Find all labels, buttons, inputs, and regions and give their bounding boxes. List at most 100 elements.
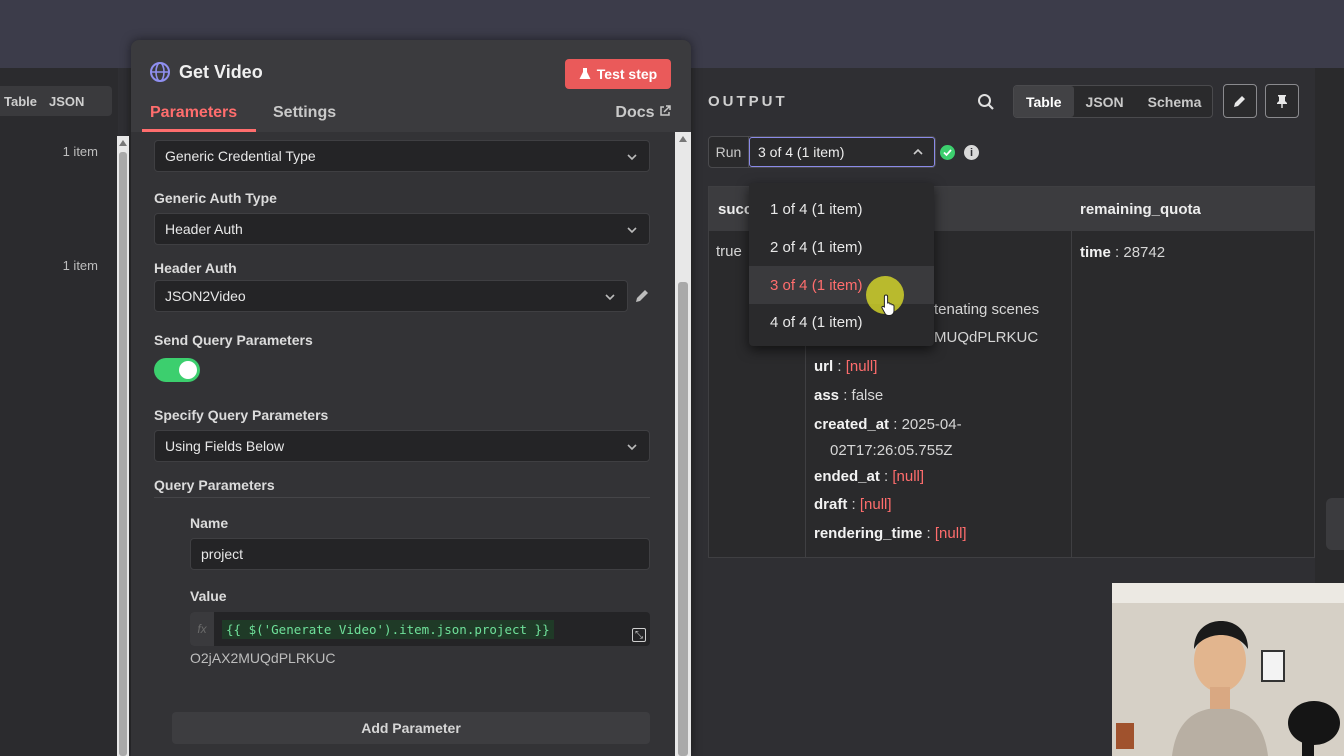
run-option[interactable]: 1 of 4 (1 item) bbox=[749, 190, 934, 228]
cell-success: true bbox=[716, 243, 742, 260]
divider bbox=[154, 497, 650, 498]
header-auth-value: JSON2Video bbox=[165, 288, 246, 304]
edit-output-button[interactable] bbox=[1223, 84, 1257, 118]
param-value-expression[interactable]: fx {{ $('Generate Video').item.json.proj… bbox=[190, 612, 650, 646]
cell-partial: tenating scenes bbox=[934, 301, 1040, 318]
webcam-overlay bbox=[1112, 583, 1344, 756]
specify-query-select[interactable]: Using Fields Below bbox=[154, 430, 650, 462]
cell-partial: MUQdPLRKUC bbox=[934, 329, 1039, 346]
view-tab-table[interactable]: Table bbox=[1014, 86, 1074, 117]
generic-auth-type-value: Header Auth bbox=[165, 221, 243, 237]
field-time: time : 28742 bbox=[1080, 244, 1166, 261]
tab-parameters[interactable]: Parameters bbox=[150, 104, 237, 122]
param-name-input[interactable]: project bbox=[190, 538, 650, 570]
run-select[interactable]: 3 of 4 (1 item) bbox=[749, 137, 935, 167]
run-label: Run bbox=[709, 137, 749, 167]
pencil-icon bbox=[1234, 96, 1245, 107]
run-option[interactable]: 4 of 4 (1 item) bbox=[749, 303, 934, 341]
view-tab-json[interactable]: JSON bbox=[1074, 86, 1136, 117]
credential-type-select[interactable]: Generic Credential Type bbox=[154, 140, 650, 172]
scrollbar-thumb[interactable] bbox=[678, 282, 688, 756]
panel-scrollbar-left[interactable] bbox=[117, 136, 129, 756]
info-icon[interactable]: i bbox=[964, 145, 979, 160]
specify-query-label: Specify Query Parameters bbox=[154, 407, 329, 423]
key: draft bbox=[814, 496, 848, 513]
credential-type-value: Generic Credential Type bbox=[165, 148, 316, 164]
output-title: OUTPUT bbox=[708, 93, 788, 110]
globe-icon bbox=[150, 62, 170, 82]
value: [null] bbox=[845, 358, 878, 375]
field-created-at: created_at : 2025-04- bbox=[814, 416, 962, 433]
pin-icon bbox=[1277, 95, 1287, 108]
expression-result: O2jAX2MUQdPLRKUC bbox=[190, 650, 336, 666]
param-name-label: Name bbox=[190, 515, 229, 531]
query-parameters-label: Query Parameters bbox=[154, 477, 275, 493]
field-ass: ass : false bbox=[814, 387, 884, 404]
chevron-down-icon bbox=[627, 227, 637, 234]
field-draft: draft : [null] bbox=[814, 496, 892, 513]
node-header: Get Video Test step Parameters Settings … bbox=[131, 40, 691, 132]
node-parameters-panel: Get Video Test step Parameters Settings … bbox=[117, 40, 691, 756]
key: created_at bbox=[814, 416, 890, 433]
expand-icon[interactable]: ⤡ bbox=[632, 628, 646, 642]
expression-code: {{ $('Generate Video').item.json.project… bbox=[222, 619, 554, 639]
header-auth-select[interactable]: JSON2Video bbox=[154, 280, 628, 312]
panel-scrollbar-right[interactable] bbox=[675, 132, 691, 756]
output-view-tabs: Table JSON Schema bbox=[1013, 85, 1213, 118]
hand-cursor-icon bbox=[881, 294, 895, 316]
presenter-video bbox=[1112, 583, 1344, 756]
key: time bbox=[1080, 244, 1111, 261]
input-view-tabs: Table JSON bbox=[0, 86, 112, 116]
input-tab-table[interactable]: Table bbox=[0, 94, 45, 109]
send-query-label: Send Query Parameters bbox=[154, 332, 313, 348]
input-panel: Table JSON 1 item 1 item bbox=[0, 68, 118, 756]
chevron-up-icon bbox=[913, 148, 923, 155]
value: false bbox=[851, 387, 884, 404]
column-header: succ bbox=[718, 201, 753, 218]
key: url bbox=[814, 358, 834, 375]
tab-settings[interactable]: Settings bbox=[273, 104, 336, 122]
key: rendering_time bbox=[814, 525, 923, 542]
run-selected-value: 3 of 4 (1 item) bbox=[758, 144, 845, 160]
input-item-count: 1 item bbox=[62, 258, 98, 273]
docs-link[interactable]: Docs bbox=[615, 104, 671, 122]
field-created-at-cont: 02T17:26:05.755Z bbox=[830, 442, 953, 459]
run-dropdown-menu: 1 of 4 (1 item) 2 of 4 (1 item) 3 of 4 (… bbox=[749, 183, 934, 346]
input-tab-json[interactable]: JSON bbox=[45, 94, 92, 109]
edit-credential-icon[interactable] bbox=[633, 287, 651, 305]
specify-query-value: Using Fields Below bbox=[165, 438, 285, 454]
column-divider bbox=[1071, 231, 1072, 557]
scroll-up-arrow[interactable] bbox=[119, 140, 127, 146]
generic-auth-type-select[interactable]: Header Auth bbox=[154, 213, 650, 245]
add-parameter-button[interactable]: Add Parameter bbox=[172, 712, 650, 744]
search-icon[interactable] bbox=[977, 93, 995, 111]
chevron-down-icon bbox=[605, 294, 615, 301]
test-step-label: Test step bbox=[596, 66, 658, 82]
key: ended_at bbox=[814, 468, 880, 485]
success-check-icon bbox=[940, 145, 955, 160]
key: ass bbox=[814, 387, 840, 404]
scrollbar-thumb[interactable] bbox=[119, 152, 127, 756]
active-tab-underline bbox=[142, 129, 256, 132]
docs-label: Docs bbox=[615, 104, 655, 121]
external-link-icon bbox=[660, 105, 671, 116]
value: [null] bbox=[892, 468, 925, 485]
field-ended-at: ended_at : [null] bbox=[814, 468, 925, 485]
value: 28742 bbox=[1123, 244, 1166, 261]
run-selector[interactable]: Run 3 of 4 (1 item) bbox=[708, 136, 936, 168]
send-query-toggle[interactable] bbox=[154, 358, 200, 382]
run-option[interactable]: 2 of 4 (1 item) bbox=[749, 228, 934, 266]
run-option-selected[interactable]: 3 of 4 (1 item) bbox=[749, 266, 934, 304]
value: [null] bbox=[934, 525, 967, 542]
value: [null] bbox=[859, 496, 892, 513]
view-tab-schema[interactable]: Schema bbox=[1136, 86, 1214, 117]
toggle-knob bbox=[179, 361, 197, 379]
test-step-button[interactable]: Test step bbox=[565, 59, 671, 89]
pin-output-button[interactable] bbox=[1265, 84, 1299, 118]
chevron-down-icon bbox=[627, 154, 637, 161]
field-rendering-time: rendering_time : [null] bbox=[814, 525, 967, 542]
input-item-count: 1 item bbox=[62, 144, 98, 159]
scroll-up-arrow[interactable] bbox=[679, 136, 687, 142]
side-panel-toggle[interactable] bbox=[1326, 498, 1344, 550]
header-auth-label: Header Auth bbox=[154, 260, 237, 276]
